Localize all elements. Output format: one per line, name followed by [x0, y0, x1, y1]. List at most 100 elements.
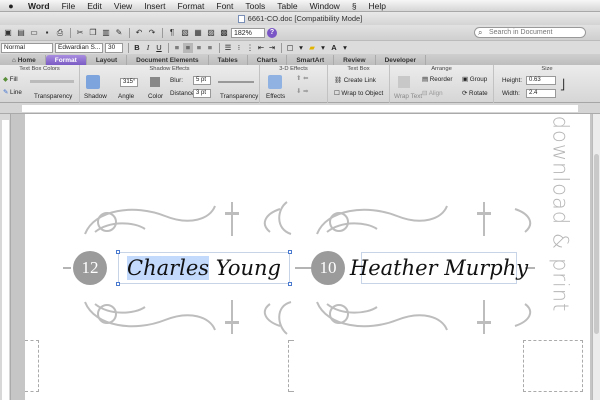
open-icon[interactable]: ▭ — [28, 27, 40, 38]
create-link-button[interactable]: ⛓ Create Link — [334, 76, 376, 84]
distance-field[interactable]: 3 pt — [193, 89, 211, 98]
menu-insert[interactable]: Insert — [138, 1, 171, 11]
align-center-icon[interactable]: ≡ — [183, 42, 193, 53]
print-icon[interactable]: ⎙ — [54, 27, 66, 38]
tab-home[interactable]: ⌂ Home — [3, 55, 46, 65]
tab-document-elements[interactable]: Document Elements — [127, 55, 209, 65]
group-button[interactable]: ▣ Group — [462, 76, 487, 83]
angle-field[interactable]: 315° — [120, 78, 138, 87]
menu-window[interactable]: Window — [304, 1, 346, 11]
justify-icon[interactable]: ≡ — [205, 43, 215, 53]
width-field[interactable]: 2.4 — [526, 89, 556, 98]
apple-icon[interactable]: ● — [0, 1, 22, 11]
redo-icon[interactable]: ↷ — [146, 27, 158, 38]
blur-field[interactable]: 5 pt — [193, 76, 211, 85]
wrap-to-object-checkbox[interactable]: ☐ Wrap to Object — [334, 90, 383, 97]
sidebar-icon[interactable]: ▧ — [179, 27, 191, 38]
transparency-slider[interactable] — [30, 80, 74, 83]
horizontal-ruler[interactable] — [0, 103, 600, 114]
menu-help[interactable]: Help — [363, 1, 392, 11]
pilcrow-icon[interactable]: ¶ — [166, 27, 178, 38]
undo-icon[interactable]: ↶ — [133, 27, 145, 38]
bullets-icon[interactable]: ⁝ — [234, 43, 244, 53]
menu-table[interactable]: Table — [271, 1, 303, 11]
copy-icon[interactable]: ❐ — [87, 27, 99, 38]
rotate-button[interactable]: ⟳ Rotate — [462, 90, 488, 97]
resize-handle[interactable] — [116, 250, 120, 254]
height-field[interactable]: 0.63 — [526, 76, 556, 85]
tilt-buttons-icon[interactable]: ⬆ ⬅ — [296, 75, 308, 82]
last-name[interactable]: Young — [216, 256, 281, 280]
bold-icon[interactable]: B — [132, 43, 142, 53]
font-color-dropdown-icon[interactable]: ▾ — [340, 43, 350, 53]
line-spacing-icon[interactable]: ☰ — [223, 43, 233, 53]
menu-edit[interactable]: Edit — [81, 1, 108, 11]
selected-first-name[interactable]: Charles — [127, 256, 210, 280]
align-right-icon[interactable]: ≡ — [194, 43, 204, 53]
reorder-button[interactable]: ▤ Reorder — [422, 76, 452, 83]
font-color-icon[interactable]: A — [329, 43, 339, 53]
increase-indent-icon[interactable]: ⇥ — [267, 43, 277, 53]
highlight-dropdown-icon[interactable]: ▾ — [318, 43, 328, 53]
cut-icon[interactable]: ✂ — [74, 27, 86, 38]
shadow-icon[interactable] — [86, 75, 100, 89]
tilt-buttons-icon-2[interactable]: ⬇ ➡ — [296, 88, 308, 95]
borders-icon[interactable]: ▢ — [285, 43, 295, 53]
line-button[interactable]: ✎ Line — [3, 89, 22, 96]
help-icon[interactable]: ? — [267, 27, 277, 38]
lock-aspect-icon[interactable]: ⎦ — [560, 80, 565, 91]
menu-app-word[interactable]: Word — [22, 1, 56, 11]
vertical-scrollbar[interactable] — [592, 114, 600, 400]
tab-format[interactable]: Format — [45, 55, 87, 65]
name-text-box[interactable]: Heather Murphy — [350, 252, 528, 284]
name-text-box[interactable]: Charles Young — [118, 252, 290, 284]
tab-layout[interactable]: Layout — [87, 55, 128, 65]
tab-tables[interactable]: Tables — [209, 55, 248, 65]
resize-handle[interactable] — [288, 282, 292, 286]
tab-review[interactable]: Review — [334, 55, 376, 65]
menu-view[interactable]: View — [108, 1, 138, 11]
align-button[interactable]: ⊟ Align — [422, 90, 443, 97]
table-icon[interactable]: ▩ — [218, 27, 230, 38]
italic-icon[interactable]: I — [143, 43, 153, 53]
scrollbar-thumb[interactable] — [594, 154, 599, 334]
title-bar: 6661-CO.doc [Compatibility Mode] — [0, 12, 600, 25]
3d-effects-icon[interactable] — [268, 75, 282, 89]
menu-font[interactable]: Font — [210, 1, 239, 11]
new-document-icon[interactable]: ▣ — [2, 27, 14, 38]
resize-handle[interactable] — [288, 250, 292, 254]
vertical-ruler[interactable] — [0, 114, 11, 400]
fill-button[interactable]: ◆ Fill — [3, 76, 18, 83]
tab-developer[interactable]: Developer — [376, 55, 426, 65]
underline-icon[interactable]: U — [154, 43, 164, 53]
font-select[interactable]: Edwardian S... — [55, 42, 103, 53]
paste-icon[interactable]: ▥ — [100, 27, 112, 38]
guest-name[interactable]: Heather Murphy — [350, 256, 528, 280]
script-menu-icon[interactable]: § — [346, 1, 363, 11]
decrease-indent-icon[interactable]: ⇤ — [256, 43, 266, 53]
search-field[interactable]: ⌕ Search in Document — [474, 27, 586, 38]
shadow-color-swatch[interactable] — [150, 77, 160, 87]
numbering-icon[interactable]: ⋮ — [245, 43, 255, 53]
font-size-select[interactable]: 30 — [105, 42, 123, 53]
align-left-icon[interactable]: ≡ — [172, 43, 182, 53]
tab-smartart[interactable]: SmartArt — [287, 55, 335, 65]
tab-charts[interactable]: Charts — [248, 55, 288, 65]
style-select[interactable]: Normal — [1, 42, 53, 53]
formatting-toolbar: Normal Edwardian S... 30 B I U ≡ ≡ ≡ ≡ ☰… — [0, 40, 600, 54]
wrap-text-icon[interactable] — [398, 76, 410, 88]
save-icon[interactable]: ▪ — [41, 27, 53, 38]
highlight-icon[interactable]: ▰ — [307, 43, 317, 53]
resize-handle[interactable] — [116, 282, 120, 286]
menu-tools[interactable]: Tools — [239, 1, 271, 11]
format-painter-icon[interactable]: ✎ — [113, 27, 125, 38]
media-icon[interactable]: ▨ — [205, 27, 217, 38]
menu-file[interactable]: File — [56, 1, 82, 11]
toolbox-icon[interactable]: ▦ — [192, 27, 204, 38]
shadow-transparency-slider[interactable] — [218, 81, 254, 83]
borders-dropdown-icon[interactable]: ▾ — [296, 43, 306, 53]
document-page[interactable]: 12 Charles Young 10 Heather Murphy downl… — [25, 114, 590, 400]
menu-format[interactable]: Format — [171, 1, 210, 11]
zoom-select[interactable]: 182% — [231, 27, 265, 38]
templates-icon[interactable]: ▤ — [15, 27, 27, 38]
